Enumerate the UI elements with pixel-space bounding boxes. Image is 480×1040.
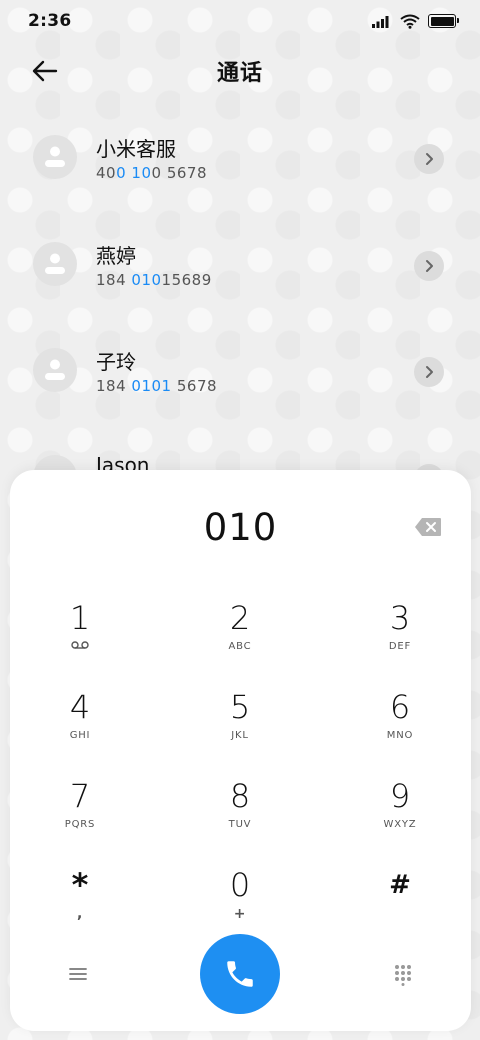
entered-number: 010 xyxy=(203,506,278,549)
status-icons xyxy=(372,14,459,29)
arrow-left-icon[interactable] xyxy=(30,56,60,86)
person-icon xyxy=(45,253,65,274)
contact-detail-button[interactable] xyxy=(414,251,444,281)
call-button[interactable] xyxy=(200,934,280,1014)
header: 通话 xyxy=(0,46,480,96)
keypad-icon[interactable] xyxy=(394,964,412,986)
contact-number: 184 0101 5678 xyxy=(96,377,218,395)
avatar xyxy=(33,348,77,392)
status-time: 2:36 xyxy=(28,11,72,31)
dial-key-star[interactable]: * , xyxy=(20,865,140,939)
contact-detail-button[interactable] xyxy=(414,357,444,387)
contact-name: 子玲 xyxy=(96,350,136,374)
battery-icon xyxy=(428,14,459,28)
status-bar: 2:36 xyxy=(0,0,480,42)
phone-icon xyxy=(227,961,253,987)
voicemail-icon xyxy=(71,641,89,649)
page-title: 通话 xyxy=(216,61,263,86)
menu-icon[interactable] xyxy=(68,966,88,982)
dial-key-6[interactable]: 6 MNO xyxy=(340,687,460,761)
dial-key-3[interactable]: 3 DEF xyxy=(340,598,460,672)
contact-row[interactable]: 小米客服 400 100 5678 xyxy=(0,135,480,215)
contact-number: 184 01015689 xyxy=(96,271,212,289)
contact-number: 400 100 5678 xyxy=(96,164,208,182)
dial-key-9[interactable]: 9 WXYZ xyxy=(340,776,460,850)
person-icon xyxy=(45,359,65,380)
chevron-right-icon xyxy=(426,153,433,165)
wifi-icon xyxy=(400,14,420,29)
avatar xyxy=(33,135,77,179)
signal-icon xyxy=(372,16,389,28)
dial-key-2[interactable]: 2 ABC xyxy=(180,598,300,672)
dialpad-panel: 010 1 2 ABC 3 DEF 4 GHI 5 JKL 6 MNO 7 PQ… xyxy=(10,470,471,1031)
chevron-right-icon xyxy=(426,366,433,378)
contact-name: 燕婷 xyxy=(96,244,136,268)
contact-row[interactable]: 燕婷 184 01015689 xyxy=(0,242,480,322)
contact-detail-button[interactable] xyxy=(414,144,444,174)
dial-key-1[interactable]: 1 xyxy=(20,598,140,672)
dial-key-5[interactable]: 5 JKL xyxy=(180,687,300,761)
person-icon xyxy=(45,146,65,167)
contact-name: 小米客服 xyxy=(96,137,176,161)
dial-key-7[interactable]: 7 PQRS xyxy=(20,776,140,850)
dial-key-hash[interactable]: # xyxy=(340,865,460,939)
dial-key-4[interactable]: 4 GHI xyxy=(20,687,140,761)
dial-key-0[interactable]: 0 + xyxy=(180,865,300,939)
avatar xyxy=(33,242,77,286)
dial-key-8[interactable]: 8 TUV xyxy=(180,776,300,850)
contact-row[interactable]: 子玲 184 0101 5678 xyxy=(0,348,480,428)
backspace-icon[interactable] xyxy=(414,517,442,537)
chevron-right-icon xyxy=(426,260,433,272)
